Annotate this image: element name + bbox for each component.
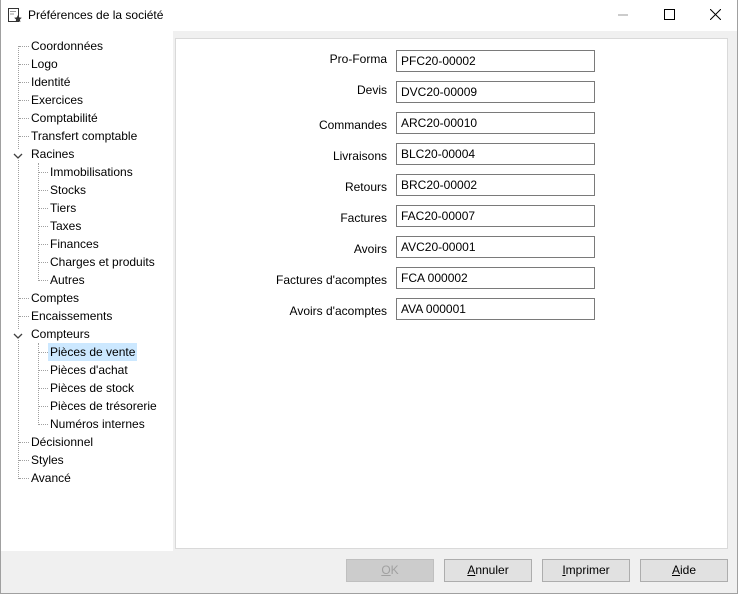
tree-connector [39, 262, 48, 263]
tree-connector [39, 190, 48, 191]
chevron-down-icon[interactable] [13, 150, 23, 160]
tree-connector [19, 100, 29, 101]
devis-input[interactable] [396, 81, 595, 103]
tree-item-pieces-de-vente[interactable]: Pièces de vente [48, 343, 138, 361]
tree-item-tiers[interactable]: Tiers [48, 199, 78, 217]
tree-connector [39, 352, 48, 353]
cancel-label-rest: nnuler [475, 563, 509, 577]
tree-connector [19, 82, 29, 83]
tree-item-pieces-d-achat[interactable]: Pièces d'achat [48, 361, 130, 379]
tree-item-encaissements[interactable]: Encaissements [29, 307, 114, 325]
field-label-avoirs: Avoirs [353, 242, 387, 256]
ok-button[interactable]: OK [346, 559, 434, 582]
tree-connector [39, 388, 48, 389]
print-button[interactable]: Imprimer [542, 559, 630, 582]
tree-guide [18, 46, 19, 479]
tree-item-exercices[interactable]: Exercices [29, 91, 85, 109]
tree-connector [39, 226, 48, 227]
tree-connector [19, 64, 29, 65]
livraisons-input[interactable] [396, 143, 595, 165]
tree-connector [39, 406, 48, 407]
title-bar: Préférences de la société [1, 0, 737, 31]
tree-connector [19, 316, 29, 317]
help-mnemonic: A [671, 563, 680, 577]
tree-item-pieces-de-stock[interactable]: Pièces de stock [48, 379, 136, 397]
maximize-icon [663, 8, 675, 23]
minimize-button[interactable] [600, 0, 646, 31]
tree-item-coordonnees[interactable]: Coordonnées [29, 37, 105, 55]
retours-input[interactable] [396, 174, 595, 196]
field-label-retours: Retours [344, 180, 387, 194]
print-label-rest: mprimer [565, 563, 610, 577]
tree-item-comptes[interactable]: Comptes [29, 289, 81, 307]
tree-connector [39, 244, 48, 245]
tree-item-decisionnel[interactable]: Décisionnel [29, 433, 95, 451]
tree-guide [38, 163, 39, 281]
pro-forma-input[interactable] [396, 50, 595, 72]
chevron-down-icon[interactable] [13, 330, 23, 340]
tree-item-charges-et-produits[interactable]: Charges et produits [48, 253, 157, 271]
commandes-input[interactable] [396, 112, 595, 134]
field-label-livraisons: Livraisons [332, 149, 387, 163]
ok-label-rest: K [390, 563, 399, 577]
tree-item-styles[interactable]: Styles [29, 451, 66, 469]
tree-connector [39, 208, 48, 209]
help-label-rest: ide [680, 563, 697, 577]
tree-connector [39, 370, 48, 371]
ok-mnemonic: O [381, 563, 391, 577]
tree-item-racines[interactable]: Racines [29, 145, 76, 163]
tree-connector [19, 46, 29, 47]
tree-connector [19, 442, 29, 443]
preferences-window: Préférences de la société Coordonnées Lo… [0, 0, 738, 594]
field-label-pro-forma: Pro-Forma [329, 52, 387, 66]
tree-item-logo[interactable]: Logo [29, 55, 60, 73]
tree-item-autres[interactable]: Autres [48, 271, 87, 289]
minimize-icon [618, 9, 628, 23]
tree-connector [19, 298, 29, 299]
counters-panel: Pro-Forma Devis Commandes Livraisons Ret… [175, 38, 728, 549]
tree-item-transfert-comptable[interactable]: Transfert comptable [29, 127, 139, 145]
tree-connector [19, 118, 29, 119]
field-label-factures: Factures [340, 211, 387, 225]
tree-item-avance[interactable]: Avancé [29, 469, 73, 487]
preferences-tree: Coordonnées Logo Identité Exercices Comp… [1, 31, 173, 551]
tree-item-finances[interactable]: Finances [48, 235, 101, 253]
tree-item-compteurs[interactable]: Compteurs [29, 325, 92, 343]
tree-item-stocks[interactable]: Stocks [48, 181, 88, 199]
field-label-devis: Devis [356, 83, 387, 97]
tree-connector [19, 136, 29, 137]
field-label-avoirs-d-acomptes: Avoirs d'acomptes [289, 304, 387, 318]
tree-guide [38, 343, 39, 425]
tree-connector [39, 424, 48, 425]
tree-connector [39, 172, 48, 173]
tree-item-comptabilite[interactable]: Comptabilité [29, 109, 100, 127]
tree-item-immobilisations[interactable]: Immobilisations [48, 163, 135, 181]
settings-document-icon [7, 7, 23, 23]
avoirs-input[interactable] [396, 236, 595, 258]
field-label-commandes: Commandes [318, 118, 387, 132]
close-button[interactable] [692, 0, 738, 31]
tree-item-pieces-de-tresorerie[interactable]: Pièces de trésorerie [48, 397, 159, 415]
cancel-button[interactable]: Annuler [444, 559, 532, 582]
tree-connector [19, 460, 29, 461]
tree-item-numeros-internes[interactable]: Numéros internes [48, 415, 147, 433]
factures-input[interactable] [396, 205, 595, 227]
field-label-factures-d-acomptes: Factures d'acomptes [275, 273, 387, 287]
tree-item-taxes[interactable]: Taxes [48, 217, 83, 235]
tree-connector [39, 280, 48, 281]
close-icon [709, 8, 721, 23]
factures-d-acomptes-input[interactable] [396, 267, 595, 289]
avoirs-d-acomptes-input[interactable] [396, 298, 595, 320]
help-button[interactable]: Aide [640, 559, 728, 582]
maximize-button[interactable] [646, 0, 692, 31]
tree-item-identite[interactable]: Identité [29, 73, 72, 91]
window-title: Préférences de la société [28, 8, 164, 22]
tree-connector [19, 478, 29, 479]
